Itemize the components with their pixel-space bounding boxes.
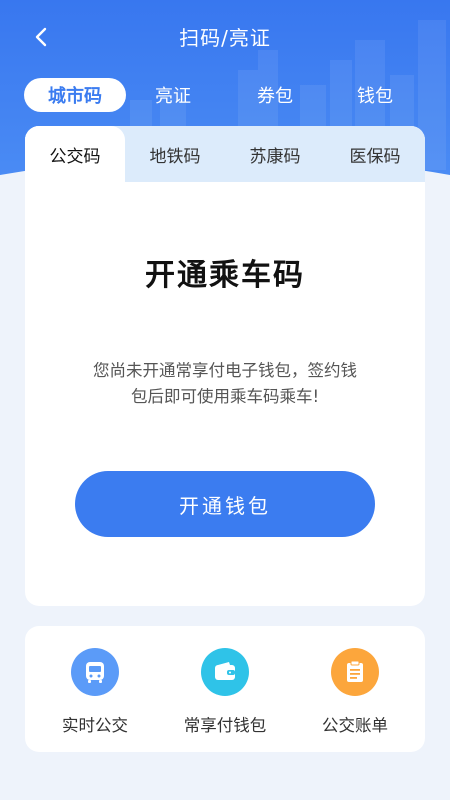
main-tabs: 城市码 亮证 券包 钱包: [24, 78, 426, 112]
card-description-line1: 您尚未开通常享付电子钱包，签约钱: [93, 361, 357, 380]
bill-icon: [331, 648, 379, 696]
quick-action-label: 公交账单: [322, 716, 388, 735]
tab-health-code[interactable]: 苏康码: [225, 126, 325, 182]
chevron-left-icon: [35, 27, 47, 47]
sub-tabs: 公交码 地铁码 苏康码 医保码: [25, 126, 425, 182]
quick-action-wallet[interactable]: 常享付钱包: [160, 648, 290, 736]
quick-action-label: 常享付钱包: [183, 716, 267, 735]
ride-code-card: 公交码 地铁码 苏康码 医保码 开通乘车码 您尚未开通常享付电子钱包，签约钱 包…: [25, 126, 425, 606]
quick-action-realtime-bus[interactable]: 实时公交: [30, 648, 160, 736]
tab-medical-code[interactable]: 医保码: [325, 126, 425, 182]
quick-action-label: 实时公交: [62, 716, 128, 735]
tab-bus-code[interactable]: 公交码: [25, 126, 125, 182]
card-heading: 开通乘车码: [145, 258, 305, 293]
tab-metro-code[interactable]: 地铁码: [125, 126, 225, 182]
card-description-line2: 包后即可使用乘车码乘车!: [130, 387, 320, 406]
tab-coupons[interactable]: 券包: [257, 78, 293, 112]
top-bar: 扫码/亮证: [0, 0, 450, 72]
quick-action-bus-bill[interactable]: 公交账单: [290, 648, 420, 736]
back-button[interactable]: [26, 22, 56, 52]
wallet-icon: [201, 648, 249, 696]
tab-wallet[interactable]: 钱包: [357, 78, 393, 112]
open-wallet-button[interactable]: 开通钱包: [75, 471, 375, 537]
tab-show-id[interactable]: 亮证: [155, 78, 191, 112]
tab-city-code[interactable]: 城市码: [24, 78, 126, 112]
page-title: 扫码/亮证: [179, 25, 271, 50]
quick-actions: 实时公交 常享付钱包 公交账单: [25, 626, 425, 752]
bus-icon: [71, 648, 119, 696]
card-description: 您尚未开通常享付电子钱包，签约钱 包后即可使用乘车码乘车!: [65, 358, 385, 410]
